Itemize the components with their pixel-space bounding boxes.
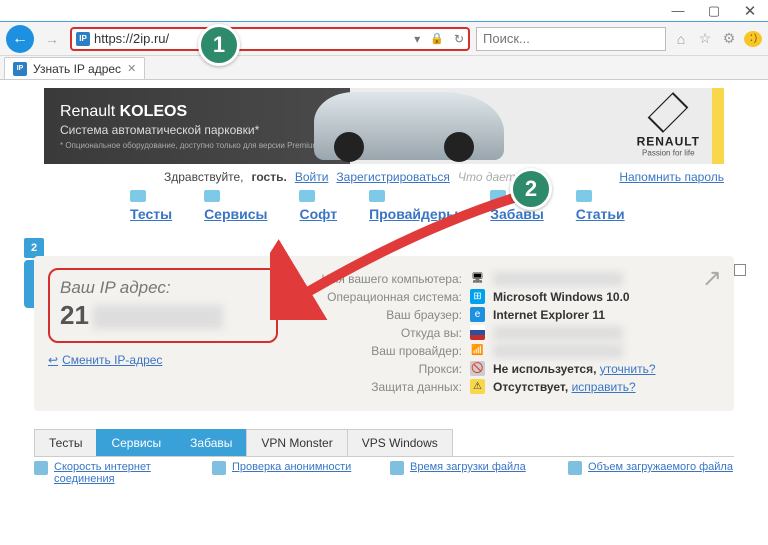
forward-button[interactable]: → bbox=[40, 27, 64, 51]
annotation-badge-2: 2 bbox=[510, 168, 552, 210]
address-actions: ▾ 🔒 ↻ bbox=[414, 32, 464, 46]
site-favicon: IP bbox=[76, 32, 90, 46]
nav-tests[interactable]: Тесты bbox=[130, 206, 172, 222]
change-ip-link[interactable]: ↩ Сменить IP-адрес bbox=[48, 353, 278, 367]
annotation-arrow bbox=[270, 190, 530, 320]
remind-password-link[interactable]: Напомнить пароль bbox=[619, 170, 724, 184]
ru-flag-icon bbox=[470, 325, 485, 340]
refresh-arrow-icon: ↩ bbox=[48, 353, 58, 367]
car-illustration bbox=[314, 92, 504, 160]
tab-favicon: IP bbox=[13, 62, 27, 76]
banner-subtitle: Система автоматической парковки* bbox=[60, 123, 321, 137]
user-greeting-row: Здравствуйте, гость. Войти Зарегистриров… bbox=[44, 170, 724, 184]
smiley-icon[interactable]: ：) bbox=[744, 31, 762, 47]
tab-vpn[interactable]: VPN Monster bbox=[246, 429, 347, 456]
proxy-clarify-link[interactable]: уточнить? bbox=[600, 362, 656, 376]
link-size[interactable]: Объем загружаемого файла bbox=[588, 461, 733, 485]
share-arrow-icon[interactable]: ↗ bbox=[702, 264, 722, 293]
anon-icon bbox=[212, 461, 226, 475]
link-time[interactable]: Время загрузки файла bbox=[410, 461, 526, 485]
home-icon[interactable]: ⌂ bbox=[672, 31, 690, 47]
blurred-value bbox=[493, 326, 623, 340]
ip-label: Ваш IP адрес: bbox=[60, 278, 266, 298]
refresh-icon[interactable]: ↻ bbox=[454, 32, 464, 46]
blurred-value bbox=[493, 344, 623, 358]
warning-icon: ⚠ bbox=[470, 379, 485, 394]
tab-strip: IP Узнать IP адрес ✕ bbox=[0, 56, 768, 80]
nav-services[interactable]: Сервисы bbox=[204, 206, 267, 222]
banner-accent bbox=[712, 88, 724, 164]
secondary-tabs: Тесты Сервисы Забавы VPN Monster VPS Win… bbox=[34, 429, 734, 457]
window-titlebar: — ▢ ✕ bbox=[0, 0, 768, 22]
protection-fix-link[interactable]: исправить? bbox=[572, 380, 636, 394]
renault-logo-icon bbox=[648, 92, 689, 133]
tab-title: Узнать IP адрес bbox=[33, 62, 121, 76]
address-bar[interactable]: IP ▾ 🔒 ↻ bbox=[70, 27, 470, 51]
favorites-icon[interactable]: ☆ bbox=[696, 30, 714, 47]
maximize-button[interactable]: ▢ bbox=[696, 0, 732, 21]
browser-tab[interactable]: IP Узнать IP адрес ✕ bbox=[4, 57, 145, 79]
link-anon[interactable]: Проверка анонимности bbox=[232, 461, 351, 485]
no-proxy-icon: 🚫 bbox=[470, 361, 485, 376]
tab-tests[interactable]: Тесты bbox=[34, 429, 97, 456]
search-bar[interactable] bbox=[476, 27, 666, 51]
ip-address-box: Ваш IP адрес: 21 bbox=[48, 268, 278, 343]
link-speed[interactable]: Скорость интернет соединения bbox=[54, 461, 200, 485]
login-link[interactable]: Войти bbox=[295, 170, 329, 184]
dropdown-icon[interactable]: ▾ bbox=[414, 32, 420, 46]
bottom-links-row: Скорость интернет соединения Проверка ан… bbox=[34, 461, 734, 485]
annotation-badge-1: 1 bbox=[198, 24, 240, 66]
register-link[interactable]: Зарегистрироваться bbox=[336, 170, 449, 184]
banner-note: * Опциональное оборудование, доступно то… bbox=[60, 141, 321, 150]
url-input[interactable] bbox=[94, 31, 410, 46]
nav-articles[interactable]: Статьи bbox=[576, 206, 625, 222]
tab-close-icon[interactable]: ✕ bbox=[127, 62, 136, 75]
lock-icon: 🔒 bbox=[430, 32, 444, 45]
panel-checkbox[interactable] bbox=[734, 264, 746, 276]
toolbar-icons: ⌂ ☆ ⚙ ：) bbox=[672, 30, 762, 47]
tab-vps[interactable]: VPS Windows bbox=[347, 429, 453, 456]
speed-icon bbox=[34, 461, 48, 475]
search-input[interactable] bbox=[483, 31, 659, 46]
minimize-button[interactable]: — bbox=[660, 0, 696, 21]
tab-services[interactable]: Сервисы bbox=[96, 429, 176, 456]
ad-banner[interactable]: Renault KOLEOS Система автоматической па… bbox=[44, 88, 724, 164]
size-icon bbox=[568, 461, 582, 475]
back-button[interactable]: ← bbox=[6, 25, 34, 53]
provider-icon: 📶 bbox=[470, 343, 485, 358]
tab-fun[interactable]: Забавы bbox=[175, 429, 247, 456]
ip-value: 21 bbox=[60, 300, 266, 331]
close-window-button[interactable]: ✕ bbox=[732, 0, 768, 21]
banner-title: Renault KOLEOS bbox=[60, 103, 321, 121]
banner-brand: RENAULT Passion for life bbox=[637, 95, 700, 158]
settings-icon[interactable]: ⚙ bbox=[720, 30, 738, 47]
logo-badge: 2 bbox=[24, 238, 44, 258]
time-icon bbox=[390, 461, 404, 475]
browser-toolbar: ← → IP ▾ 🔒 ↻ ⌂ ☆ ⚙ ：) bbox=[0, 22, 768, 56]
